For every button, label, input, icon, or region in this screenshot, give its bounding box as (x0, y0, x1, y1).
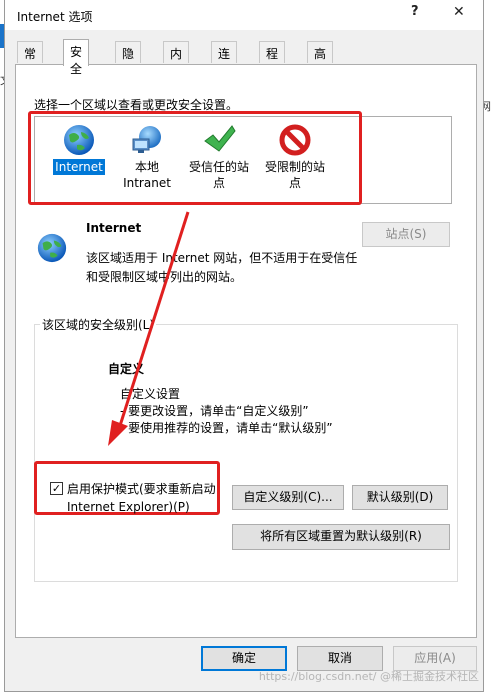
reset-all-zones-button[interactable]: 将所有区域重置为默认级别(R) (232, 524, 450, 550)
globe-icon (37, 233, 67, 263)
protected-mode-label: 启用保护模式(要求重新启动 Internet Explorer)(P) (67, 482, 216, 514)
custom-level-button[interactable]: 自定义级别(C)... (232, 485, 344, 510)
close-button[interactable]: ✕ (453, 4, 465, 20)
security-level-group-label: 该区域的安全级别(L) (40, 316, 157, 333)
tab-general[interactable]: 常规 (17, 41, 44, 78)
security-level-line-3: - 要使用推荐的设置，请单击“默认级别” (120, 421, 333, 435)
zone-info-description: 该区域适用于 Internet 网站，但不适用于在受信任和受限制区域中列出的网站… (86, 251, 358, 284)
help-button[interactable]: ? (411, 4, 419, 19)
default-level-button[interactable]: 默认级别(D) (352, 485, 448, 510)
tab-advanced[interactable]: 高级 (307, 41, 334, 78)
tab-privacy[interactable]: 隐私 (115, 41, 142, 78)
title-bar: Internet 选项 ? ✕ (5, 0, 483, 30)
watermark: https://blog.csdn.net/ @稀土掘金技术社区 (258, 670, 479, 683)
security-level-line-2: - 要更改设置，请单击“自定义级别” (120, 404, 309, 418)
annotation-box-zones (28, 111, 362, 205)
tab-programs[interactable]: 程序 (259, 41, 286, 78)
security-level-line-1: 自定义设置 (120, 387, 181, 401)
checkmark-icon: ✓ (51, 482, 62, 495)
protected-mode-checkbox[interactable]: ✓ (50, 482, 63, 495)
security-level-title: 自定义 (108, 362, 145, 376)
tab-connections[interactable]: 连接 (211, 41, 238, 78)
tab-content[interactable]: 内容 (163, 41, 190, 78)
window-title: Internet 选项 (17, 10, 93, 24)
zone-info-title: Internet (86, 221, 142, 235)
sites-button[interactable]: 站点(S) (362, 222, 450, 247)
tab-security[interactable]: 安全 (63, 39, 90, 76)
